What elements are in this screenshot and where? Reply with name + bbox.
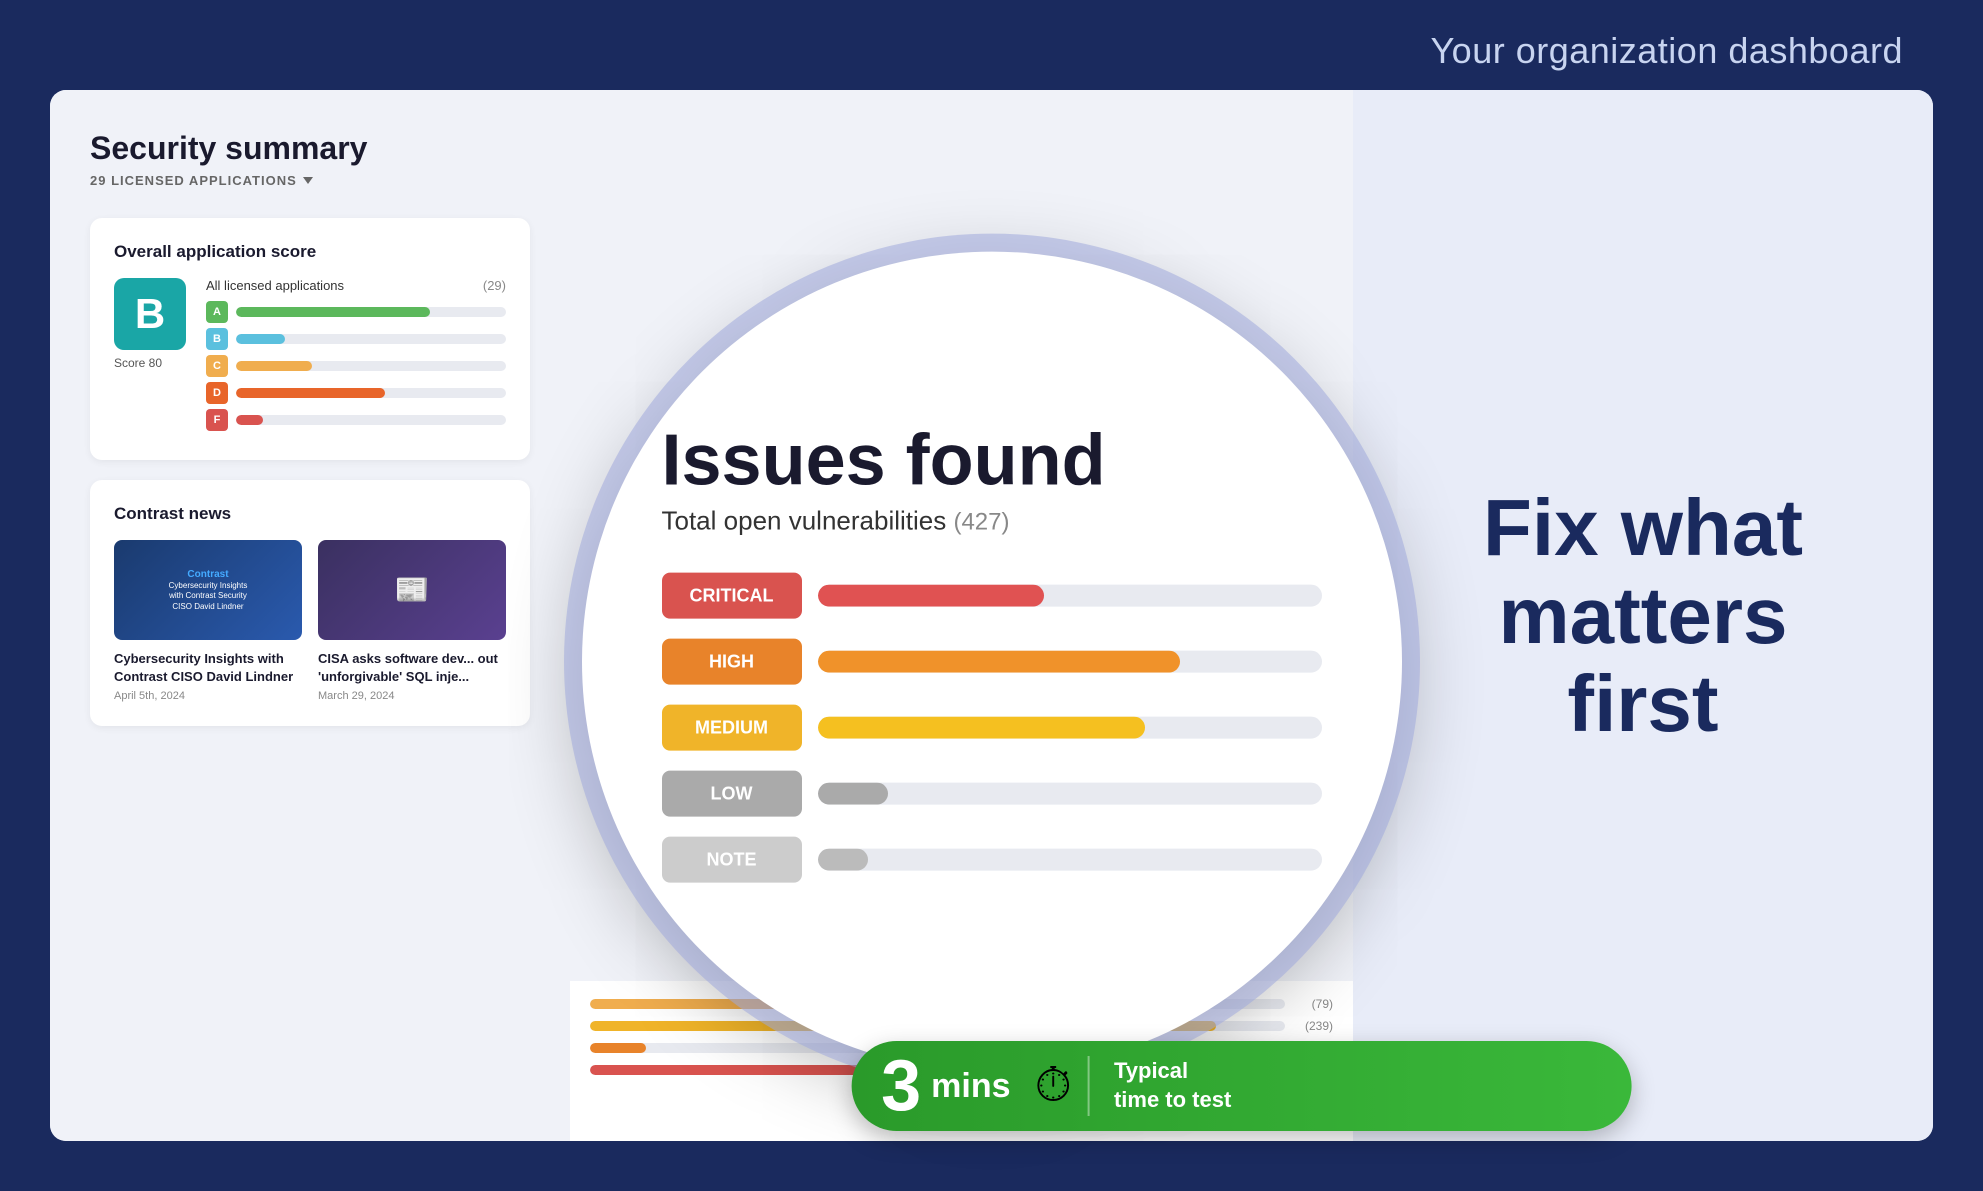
score-card-title: Overall application score [114,242,506,262]
score-label: Score 80 [114,356,186,370]
news-item-title: CISA asks software dev... out 'unforgiva… [318,650,506,686]
news-item[interactable]: ContrastCybersecurity Insightswith Contr… [114,540,302,702]
news-thumb-text: ContrastCybersecurity Insightswith Contr… [165,564,252,616]
news-items: ContrastCybersecurity Insightswith Contr… [114,540,506,702]
fix-text: Fix what matters first [1483,484,1803,748]
count-bar-fill [590,1065,868,1075]
bar-track [236,415,506,425]
page-title: Your organization dashboard [1430,30,1903,72]
score-card: Overall application score B Score 80 All… [90,218,530,460]
news-thumb: 📰 [318,540,506,640]
vuln-track [818,651,1322,673]
vuln-fill [818,585,1045,607]
news-item-date: March 29, 2024 [318,690,506,702]
grade-letter: A [206,301,228,323]
grade-bars: A B C D F [206,301,506,431]
banner-number: 3 [881,1045,921,1127]
vuln-bars: CRITICAL HIGH MEDIUM LOW NOTE [662,573,1322,903]
score-details: All licensed applications (29) A B C D F [206,278,506,436]
issues-title: Issues found [662,420,1106,502]
bar-track [236,334,506,344]
app-count: (29) [483,278,506,293]
bottom-banner: 3 mins ⏱ Typical time to test [851,1041,1631,1131]
vuln-row: NOTE [662,837,1322,883]
news-thumb-text: 📰 [391,568,434,612]
news-item[interactable]: 📰 CISA asks software dev... out 'unforgi… [318,540,506,702]
news-item-title: Cybersecurity Insights with Contrast CIS… [114,650,302,686]
vuln-row: LOW [662,771,1322,817]
all-apps-label: All licensed applications [206,278,344,293]
news-card: Contrast news ContrastCybersecurity Insi… [90,480,530,726]
grade-letter: B [206,328,228,350]
vuln-track [818,849,1322,871]
grade-bar-row: A [206,301,506,323]
banner-text: Typical time to test [1114,1057,1231,1114]
security-title: Security summary [90,130,530,167]
vuln-label: CRITICAL [662,573,802,619]
news-thumb: ContrastCybersecurity Insightswith Contr… [114,540,302,640]
magnifier-overlay: Issues found Total open vulnerabilities … [582,251,1402,1071]
vuln-label: HIGH [662,639,802,685]
news-item-date: April 5th, 2024 [114,690,302,702]
grade-bar-row: B [206,328,506,350]
filter-icon[interactable] [303,177,313,184]
licensed-apps-label: 29 LICENSED APPLICATIONS [90,173,530,188]
security-panel: Security summary 29 LICENSED APPLICATION… [50,90,570,1141]
count-bar-fill [590,1043,646,1053]
vuln-label: LOW [662,771,802,817]
bar-track [236,388,506,398]
bar-fill [236,388,385,398]
vuln-track [818,717,1322,739]
news-title: Contrast news [114,504,506,524]
issues-subtitle: Total open vulnerabilities (427) [662,506,1010,537]
grade-letter: C [206,355,228,377]
vuln-label: NOTE [662,837,802,883]
right-panel: Fix what matters first [1353,90,1933,1141]
vuln-fill [818,717,1146,739]
vuln-fill [818,783,889,805]
grade-bar-row: F [206,409,506,431]
bar-fill [236,307,430,317]
vuln-row: HIGH [662,639,1322,685]
bar-fill [236,415,263,425]
bar-fill [236,361,312,371]
vuln-fill [818,849,868,871]
banner-divider [1088,1056,1090,1116]
banner-mins: mins [931,1067,1010,1106]
count-number: (79) [1293,997,1333,1011]
grade-letter: D [206,382,228,404]
grade-badge: B [114,278,186,350]
count-number: (239) [1293,1019,1333,1033]
bar-track [236,307,506,317]
vuln-track [818,585,1322,607]
vuln-track [818,783,1322,805]
vuln-row: MEDIUM [662,705,1322,751]
bar-track [236,361,506,371]
grade-bar-row: D [206,382,506,404]
timer-icon: ⏱ [1035,1058,1072,1114]
bar-fill [236,334,285,344]
grade-letter: F [206,409,228,431]
vuln-row: CRITICAL [662,573,1322,619]
grade-bar-row: C [206,355,506,377]
vuln-label: MEDIUM [662,705,802,751]
vuln-fill [818,651,1181,673]
